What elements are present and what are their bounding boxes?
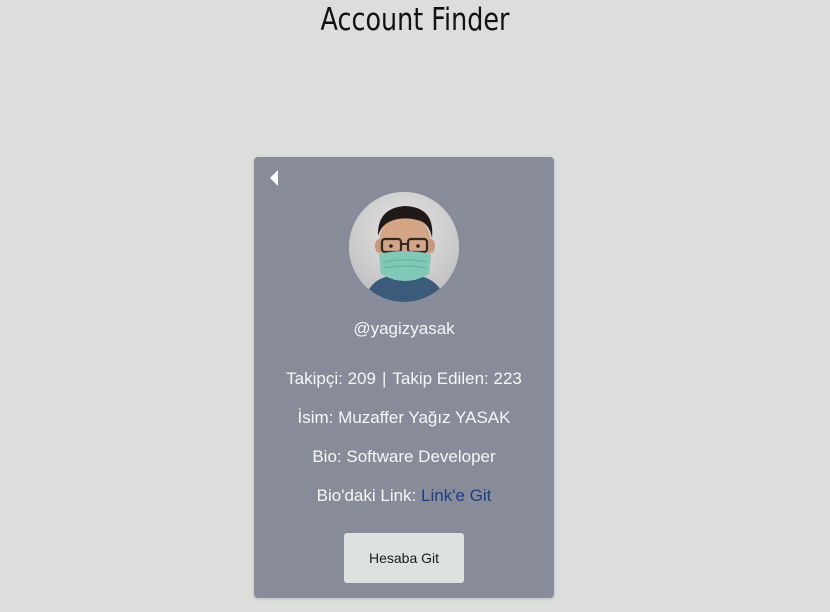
bio-link-label: Bio'daki Link: <box>316 486 417 505</box>
name-label: İsim: <box>297 408 334 427</box>
username: @yagizyasak <box>353 319 455 338</box>
following-count: 223 <box>493 369 522 388</box>
bio-link-row: Bio'daki Link: Link'e Git <box>254 486 554 506</box>
followers-label: Takipçi: <box>286 369 343 388</box>
back-button[interactable] <box>266 167 282 189</box>
profile-card: @yagizyasak Takipçi: 209 | Takip Edilen: 2… <box>254 157 554 598</box>
bio-label: Bio: <box>312 447 342 466</box>
follow-stats: Takipçi: 209 | Takip Edilen: 223 <box>254 369 554 389</box>
bio-link[interactable]: Link'e Git <box>421 486 491 505</box>
page-title: Account Finder <box>320 2 510 38</box>
name-value: Muzaffer Yağız YASAK <box>338 408 511 427</box>
avatar <box>349 192 459 302</box>
stats-separator: | <box>381 369 387 388</box>
name-row: İsim: Muzaffer Yağız YASAK <box>254 408 554 428</box>
caret-left-icon <box>270 170 278 186</box>
go-to-account-button[interactable]: Hesaba Git <box>344 533 464 583</box>
followers-count: 209 <box>347 369 376 388</box>
bio-value: Software Developer <box>346 447 496 466</box>
following-label: Takip Edilen: <box>392 369 489 388</box>
bio-row: Bio: Software Developer <box>254 447 554 467</box>
